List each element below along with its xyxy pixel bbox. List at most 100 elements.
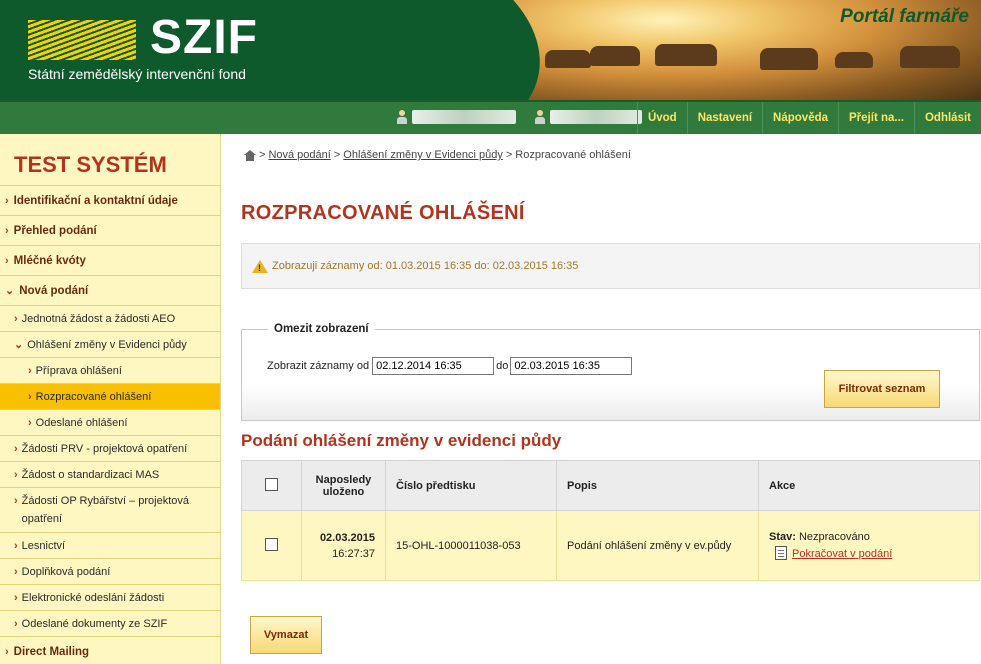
chevron-right-icon: ›: [28, 391, 32, 403]
warning-icon: !: [252, 259, 268, 273]
row-saved-cell: 02.03.2015 16:27:37: [301, 510, 386, 581]
sidebar-subitem-ohlaseni-zmeny[interactable]: ⌄ Ohlášení změny v Evidenci půdy: [0, 332, 220, 358]
sidebar-item-label: Direct Mailing: [13, 645, 90, 658]
breadcrumb-separator: >: [333, 149, 341, 161]
sidebar-item-prehled-podani[interactable]: › Přehled podání: [0, 216, 220, 246]
szif-logo-icon: [28, 20, 136, 60]
sidebar-subitem-elektronicke-odeslani[interactable]: › Elektronické odeslání žádosti: [0, 585, 220, 611]
user-role-redacted: [550, 110, 642, 124]
col-header-saved[interactable]: Naposledy uloženo: [301, 460, 386, 511]
sidebar-item-identifikacni-udaje[interactable]: › Identifikační a kontaktní údaje: [0, 186, 220, 216]
chevron-right-icon: ›: [5, 645, 9, 658]
sidebar-subitem-label: Elektronické odeslání žádosti: [21, 592, 165, 604]
chevron-down-icon: ⌄: [14, 339, 24, 351]
chevron-right-icon: ›: [14, 495, 18, 507]
col-header-number[interactable]: Číslo předtisku: [385, 460, 557, 511]
home-icon[interactable]: [244, 149, 256, 161]
row-action: Pokračovat v podání: [775, 545, 969, 563]
row-number: 15-OHL-1000011038-053: [385, 510, 557, 581]
chevron-down-icon: ⌄: [5, 285, 15, 297]
filter-legend: Omezit zobrazení: [274, 323, 369, 335]
sidebar-item-direct-mailing[interactable]: › Direct Mailing: [0, 637, 220, 664]
main-content: > Nová podání > Ohlášení změny v Evidenc…: [241, 134, 981, 664]
row-time: 16:27:37: [332, 547, 375, 560]
sidebar: TEST SYSTÉM › Identifikační a kontaktní …: [0, 134, 221, 664]
sidebar-subitem-zadosti-prv[interactable]: › Žádosti PRV - projektová opatření: [0, 436, 220, 462]
chevron-right-icon: ›: [14, 443, 18, 455]
menu-prejit-na[interactable]: Přejít na...: [838, 102, 914, 134]
delete-button[interactable]: Vymazat: [250, 616, 322, 654]
chevron-right-icon: ›: [14, 592, 18, 604]
section-title: Podání ohlášení změny v evidenci půdy: [241, 431, 562, 450]
menu-odhlasit[interactable]: Odhlásit: [913, 102, 981, 134]
row-status-label: Stav:: [769, 530, 796, 543]
sidebar-subitem-rozpracovane-ohlaseni[interactable]: › Rozpracované ohlášení: [0, 384, 220, 410]
row-status: Stav: Nezpracováno: [769, 529, 969, 546]
chevron-right-icon: ›: [14, 540, 18, 552]
user-name-redacted: [412, 110, 516, 124]
sidebar-subitem-priprava-ohlaseni[interactable]: › Příprava ohlášení: [0, 358, 220, 384]
logo-text: SZIF: [150, 11, 258, 64]
sidebar-subitem-op-rybarstvi[interactable]: › Žádosti OP Rybářství – projektová opat…: [0, 488, 220, 533]
sidebar-subitem-jednotna-zadost[interactable]: › Jednotná žádost a žádosti AEO: [0, 306, 220, 332]
sidebar-item-label: Nová podání: [19, 284, 89, 297]
user-icon: [396, 110, 408, 124]
user-role-icon: [534, 110, 546, 124]
sidebar-subitem-label: Jednotná žádost a žádosti AEO: [21, 313, 176, 325]
chevron-right-icon: ›: [28, 417, 32, 429]
chevron-right-icon: ›: [5, 224, 9, 237]
menu-napoveda[interactable]: Nápověda: [762, 102, 838, 134]
select-all-header: [241, 460, 302, 511]
row-status-value: Nezpracováno: [798, 530, 870, 543]
breadcrumb: > Nová podání > Ohlášení změny v Evidenc…: [244, 149, 631, 161]
sidebar-subitem-standardizace-mas[interactable]: › Žádost o standardizaci MAS: [0, 462, 220, 488]
sidebar-subitem-lesnictvi[interactable]: › Lesnictví: [0, 533, 220, 559]
chevron-right-icon: ›: [5, 254, 9, 267]
table-row: 02.03.2015 16:27:37 15-OHL-1000011038-05…: [241, 510, 980, 581]
sidebar-subitem-label: Žádost o standardizaci MAS: [21, 469, 160, 481]
logo-subtitle: Státní zemědělský intervenční fond: [28, 66, 246, 82]
col-header-description[interactable]: Popis: [556, 460, 759, 511]
sidebar-item-mlecne-kvoty[interactable]: › Mléčné kvóty: [0, 246, 220, 276]
top-navbar: Úvod Nastavení Nápověda Přejít na... Odh…: [0, 100, 981, 134]
menu-uvod[interactable]: Úvod: [636, 102, 687, 134]
sidebar-item-label: Mléčné kvóty: [13, 254, 86, 267]
sidebar-subitem-doplnkova-podani[interactable]: › Doplňková podání: [0, 559, 220, 585]
row-checkbox[interactable]: [265, 537, 278, 551]
header-banner: SZIF Státní zemědělský intervenční fond …: [0, 0, 981, 100]
menu-nastaveni[interactable]: Nastavení: [686, 102, 762, 134]
breadcrumb-current: Rozpracované ohlášení: [515, 149, 631, 161]
sidebar-subitem-label: Lesnictví: [21, 540, 66, 552]
filter-from-label: Zobrazit záznamy od: [267, 360, 370, 372]
sidebar-subitem-label: Žádosti OP Rybářství – projektová opatře…: [21, 495, 189, 525]
row-date: 02.03.2015: [319, 531, 375, 544]
document-edit-icon: [775, 545, 787, 560]
col-header-actions: Akce: [758, 460, 980, 511]
chevron-right-icon: ›: [14, 566, 18, 578]
breadcrumb-separator: >: [505, 149, 513, 161]
breadcrumb-ohlaseni-zmeny[interactable]: Ohlášení změny v Evidenci půdy: [343, 149, 503, 161]
chevron-right-icon: ›: [14, 618, 18, 630]
sidebar-subitem-label: Příprava ohlášení: [35, 365, 122, 377]
filter-button[interactable]: Filtrovat seznam: [824, 370, 940, 408]
submissions-table: Naposledy uloženo Číslo předtisku Popis …: [241, 460, 980, 581]
row-select-cell: [241, 510, 302, 581]
sidebar-subitem-odeslane-dokumenty[interactable]: › Odeslané dokumenty ze SZIF: [0, 611, 220, 637]
row-actions-cell: Stav: Nezpracováno Pokračovat v podání: [758, 510, 980, 581]
breadcrumb-nova-podani[interactable]: Nová podání: [268, 149, 330, 161]
date-range-notice: ! Zobrazuji záznamy od: 01.03.2015 16:35…: [241, 243, 980, 289]
sidebar-subitem-odeslane-ohlaseni[interactable]: › Odeslané ohlášení: [0, 410, 220, 436]
user-role-info: [534, 110, 642, 124]
sidebar-subitem-label: Rozpracované ohlášení: [35, 391, 152, 403]
filter-from-input[interactable]: [372, 357, 495, 375]
breadcrumb-separator: >: [259, 149, 266, 161]
continue-submission-link[interactable]: Pokračovat v podání: [792, 548, 892, 560]
filter-to-input[interactable]: [510, 357, 633, 375]
sidebar-item-label: Přehled podání: [13, 224, 97, 237]
sidebar-item-nova-podani[interactable]: ⌄ Nová podání: [0, 276, 220, 306]
sidebar-subitem-label: Doplňková podání: [21, 566, 111, 578]
select-all-checkbox[interactable]: [265, 477, 278, 491]
chevron-right-icon: ›: [14, 313, 18, 325]
chevron-right-icon: ›: [5, 194, 9, 207]
filter-to-label: do: [496, 360, 509, 372]
